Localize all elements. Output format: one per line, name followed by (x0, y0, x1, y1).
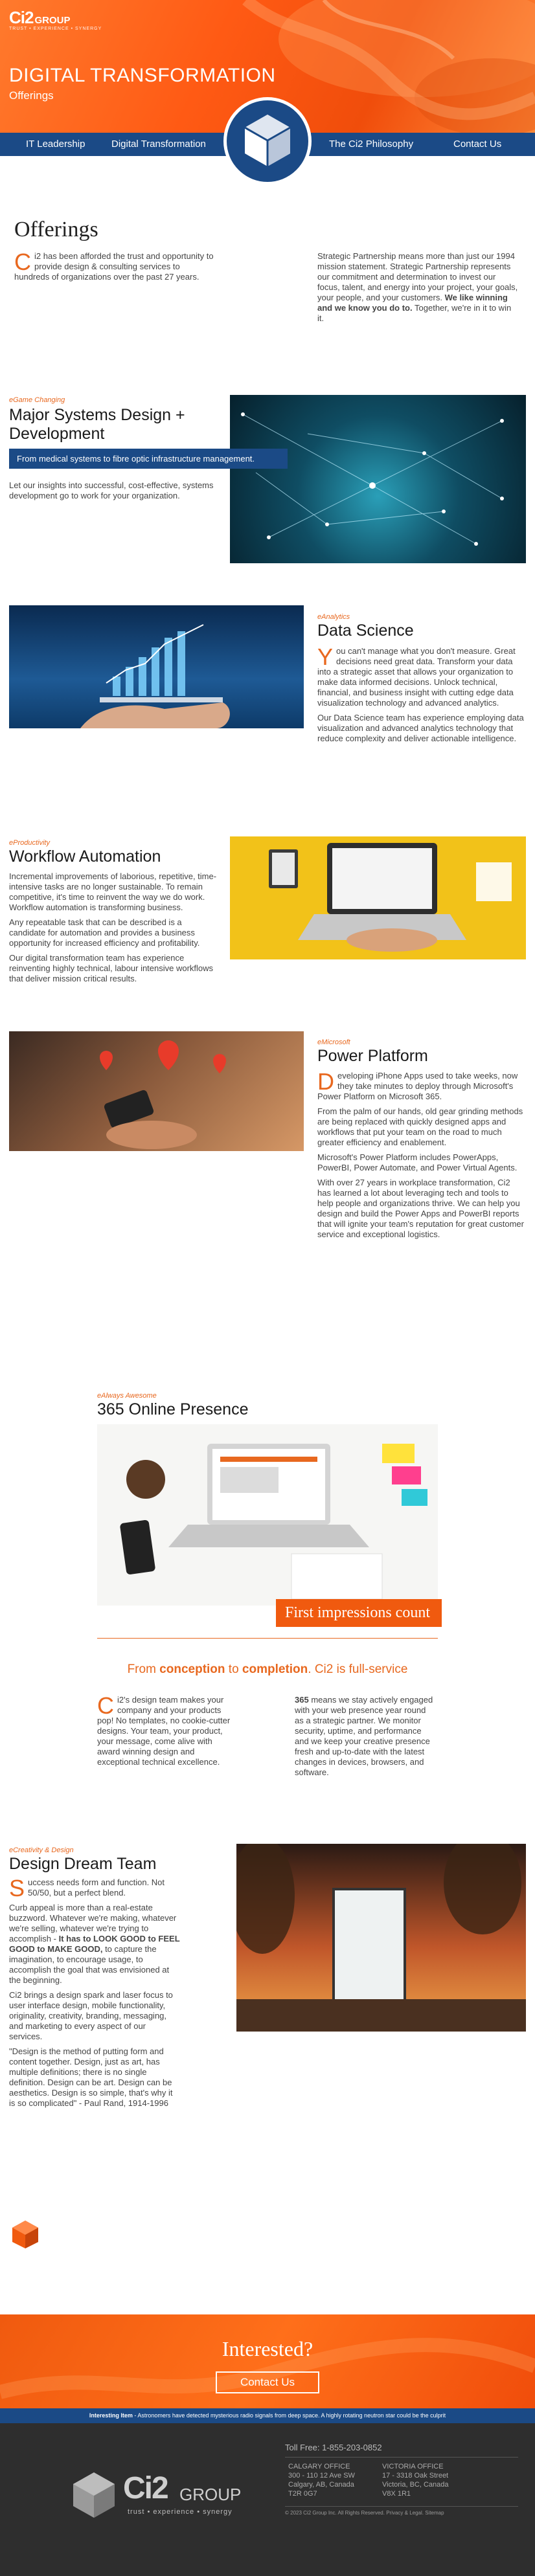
page-subtitle: Offerings (9, 89, 54, 102)
victoria-line: 17 - 3318 Oak Street (382, 2472, 449, 2480)
design-p1: uccess needs form and function. Not 50/5… (28, 1877, 165, 1898)
footer-logo-tagline: trust • experience • synergy (128, 2508, 233, 2516)
workflow-title: Workflow Automation (9, 847, 161, 866)
full-service-tagline: From conception to completion. Ci2 is fu… (0, 1663, 535, 1677)
fiber-network-image (230, 395, 526, 563)
footer-cube-icon (73, 2472, 115, 2518)
logo-mark: Ci2 (9, 8, 34, 27)
logo-tagline: TRUST • EXPERIENCE • SYNERGY (9, 27, 102, 31)
data-analytics-image (9, 605, 304, 728)
footer-divider (285, 2506, 518, 2507)
footer-logo-word: GROUP (179, 2485, 242, 2504)
victoria-line: V8X 1R1 (382, 2490, 411, 2498)
nav-item-ci2-philosophy[interactable]: The Ci2 Philosophy (329, 133, 413, 156)
logo-word: GROUP (34, 15, 71, 26)
calgary-line: 300 - 110 12 Ave SW (288, 2472, 355, 2480)
online-right-body: means we stay actively engaged with your… (295, 1695, 433, 1777)
powerplatform-text: Developing iPhone Apps used to take week… (317, 1068, 526, 1244)
dropcap: D (317, 1068, 334, 1095)
design-billboard-image (236, 1844, 526, 2032)
online-kicker: eAlways Awesome (97, 1392, 157, 1400)
calgary-line: Calgary, AB, Canada (288, 2481, 354, 2489)
design-title: Design Dream Team (9, 1855, 157, 1873)
online-right-bold: 365 (295, 1695, 309, 1705)
calgary-office: CALGARY OFFICE 300 - 110 12 Ave SW Calga… (288, 2462, 355, 2498)
workflow-laptop-image (230, 836, 526, 959)
workflow-text: Incremental improvements of laborious, r… (9, 871, 218, 989)
copyright: © 2023 Ci2 Group Inc. All Rights Reserve… (285, 2510, 444, 2516)
orange-cube-icon (9, 2217, 41, 2250)
footer-divider (285, 2457, 518, 2458)
workflow-p2: Any repeatable task that can be describe… (9, 917, 200, 948)
fullservice-pre: From (127, 1663, 160, 1676)
powerplatform-kicker: eMicrosoft (317, 1038, 350, 1046)
power-platform-phone-image (9, 1031, 304, 1151)
online-title: 365 Online Presence (97, 1400, 249, 1418)
fullservice-mid: to (225, 1663, 242, 1676)
nav-item-contact-us[interactable]: Contact Us (453, 133, 501, 156)
cta-title: Interested? (222, 2337, 313, 2360)
online-left-body: i2's design team makes your company and … (97, 1695, 231, 1767)
design-kicker: eCreativity & Design (9, 1846, 74, 1854)
fullservice-completion: completion (242, 1663, 308, 1676)
dropcap: C (97, 1692, 114, 1719)
datascience-p2: Our Data Science team has experience emp… (317, 713, 524, 743)
dropcap: Y (317, 644, 334, 670)
systems-banner: From medical systems to fibre optic infr… (9, 449, 288, 469)
divider (97, 1638, 438, 1639)
dropcap: S (9, 1875, 25, 1901)
online-presence-desk-image (97, 1424, 438, 1606)
victoria-office: VICTORIA OFFICE 17 - 3318 Oak Street Vic… (382, 2462, 449, 2498)
page-title: DIGITAL TRANSFORMATION (9, 65, 276, 86)
datascience-text: You can't manage what you don't measure.… (317, 644, 526, 748)
workflow-p1: Incremental improvements of laborious, r… (9, 871, 217, 912)
first-impressions-badge: First impressions count (276, 1599, 442, 1627)
systems-title: Major Systems Design + Development (9, 406, 185, 443)
footer-logo[interactable]: Ci2 GROUP trust • experience • synergy (68, 2465, 256, 2524)
calgary-title: CALGARY OFFICE (288, 2463, 350, 2470)
calgary-line: T2R 0G7 (288, 2490, 317, 2498)
intro-left-body: i2 has been afforded the trust and oppor… (14, 251, 214, 282)
intro-right-text: Strategic Partnership means more than ju… (317, 251, 518, 324)
powerplatform-p3: Microsoft's Power Platform includes Powe… (317, 1152, 518, 1172)
fullservice-post: . Ci2 is full-service (308, 1663, 408, 1676)
powerplatform-p4: With over 27 years in workplace transfor… (317, 1178, 524, 1239)
ticker-label: Interesting Item (89, 2412, 133, 2419)
datascience-kicker: eAnalytics (317, 613, 350, 621)
powerplatform-p2: From the palm of our hands, old gear gri… (317, 1106, 523, 1147)
victoria-line: Victoria, BC, Canada (382, 2481, 449, 2489)
cta-section: Interested? Contact Us (0, 2314, 535, 2408)
contact-us-button[interactable]: Contact Us (216, 2371, 319, 2393)
workflow-p3: Our digital transformation team has expe… (9, 953, 214, 983)
powerplatform-p1: eveloping iPhone Apps used to take weeks… (317, 1071, 518, 1101)
design-p3: Ci2 brings a design spark and laser focu… (9, 1990, 173, 2041)
nav-item-digital-transformation[interactable]: Digital Transformation (111, 133, 206, 156)
systems-kicker: eGame Changing (9, 396, 65, 404)
datascience-p1: ou can't manage what you don't measure. … (317, 646, 516, 708)
footer: Ci2 GROUP trust • experience • synergy T… (0, 2423, 535, 2576)
systems-text: Let our insights into successful, cost-e… (9, 480, 214, 500)
toll-free[interactable]: Toll Free: 1-855-203-0852 (285, 2443, 382, 2452)
nav-item-it-leadership[interactable]: IT Leadership (26, 133, 85, 156)
datascience-title: Data Science (317, 622, 414, 640)
online-right-text: 365 means we stay actively engaged with … (295, 1695, 434, 1778)
news-ticker: Interesting Item - Astronomers have dete… (0, 2408, 535, 2423)
design-quote: "Design is the method of putting form an… (9, 2046, 173, 2108)
intro-left-text: Ci2 has been afforded the trust and oppo… (14, 251, 215, 282)
fullservice-conception: conception (159, 1663, 225, 1676)
header-logo[interactable]: Ci2 GROUP TRUST • EXPERIENCE • SYNERGY (9, 8, 102, 31)
offerings-heading: Offerings (14, 218, 98, 241)
design-text: Success needs form and function. Not 50/… (9, 1877, 181, 2113)
footer-logo-mark: Ci2 (123, 2471, 169, 2505)
online-left-text: Ci2's design team makes your company and… (97, 1692, 236, 1767)
ticker-text[interactable]: - Astronomers have detected mysterious r… (134, 2412, 446, 2419)
cube-emblem-icon (223, 97, 312, 185)
dropcap: C (14, 249, 31, 275)
powerplatform-title: Power Platform (317, 1047, 428, 1065)
workflow-kicker: eProductivity (9, 839, 50, 847)
victoria-title: VICTORIA OFFICE (382, 2463, 444, 2470)
